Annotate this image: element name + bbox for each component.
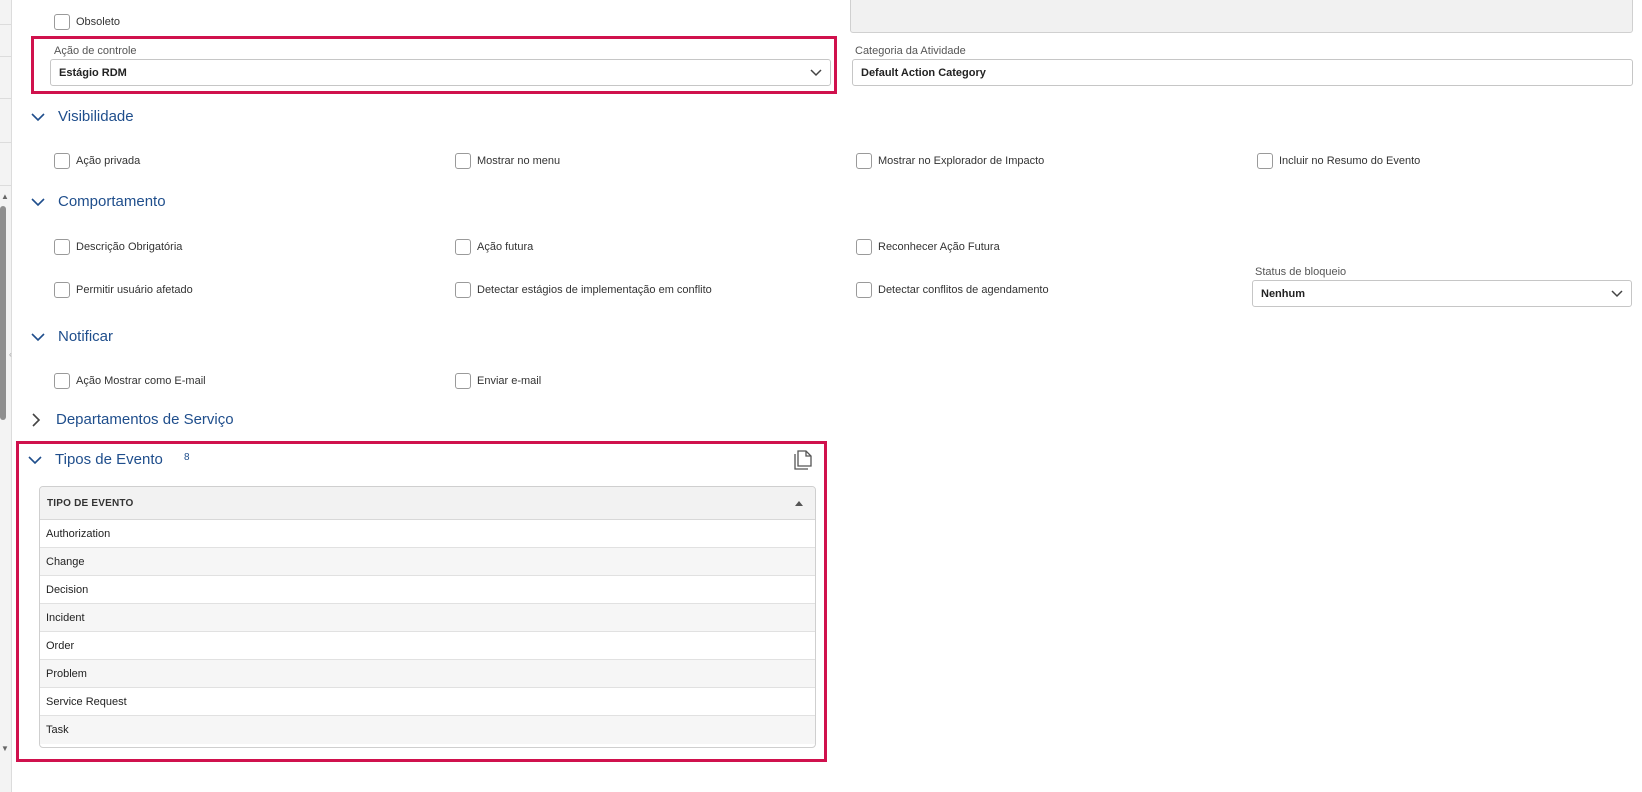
gutter-divider [0, 142, 12, 143]
checkbox-label: Ação Mostrar como E-mail [76, 375, 206, 387]
gutter-divider [0, 185, 12, 186]
checkbox-label: Descrição Obrigatória [76, 241, 183, 253]
checkbox-box[interactable] [54, 239, 70, 255]
section-visibilidade[interactable]: Visibilidade [24, 108, 134, 125]
checkbox-box[interactable] [856, 239, 872, 255]
section-title: Notificar [58, 328, 114, 345]
scroll-down-icon[interactable]: ▼ [1, 745, 9, 753]
checkbox-box[interactable] [54, 373, 70, 389]
status-bloqueio-select[interactable]: Nenhum [1252, 280, 1632, 307]
checkbox-detectar-estagios-conflito[interactable]: Detectar estágios de implementação em co… [455, 281, 712, 299]
column-header-tipo-evento[interactable]: TIPO DE EVENTO [40, 487, 815, 520]
checkbox-permitir-usuario-afetado[interactable]: Permitir usuário afetado [54, 281, 193, 299]
chevron-down-icon [1611, 290, 1623, 298]
chevron-down-icon [810, 69, 822, 77]
checkbox-box[interactable] [856, 282, 872, 298]
checkbox-box[interactable] [455, 153, 471, 169]
section-title: Tipos de Evento [55, 451, 163, 468]
section-departamentos[interactable]: Departamentos de Serviço [22, 411, 234, 428]
checkbox-label: Mostrar no menu [477, 155, 561, 167]
categoria-field[interactable]: Default Action Category [852, 59, 1633, 86]
categoria-value: Default Action Category [861, 66, 986, 79]
checkbox-label: Obsoleto [76, 16, 121, 28]
column-header-label: TIPO DE EVENTO [47, 497, 134, 509]
chevron-right-icon [32, 412, 41, 427]
checkbox-box[interactable] [455, 282, 471, 298]
checkbox-label: Incluir no Resumo do Evento [1279, 155, 1421, 167]
checkbox-box[interactable] [54, 282, 70, 298]
gutter-divider [0, 56, 12, 57]
checkbox-resumo-evento[interactable]: Incluir no Resumo do Evento [1257, 152, 1420, 170]
acao-controle-label: Ação de controle [54, 45, 137, 57]
checkbox-label: Enviar e-mail [477, 375, 542, 387]
table-row[interactable]: Incident [40, 604, 815, 632]
table-row[interactable]: Problem [40, 660, 815, 688]
gutter-divider [0, 24, 12, 25]
tipos-evento-grid: TIPO DE EVENTO Authorization Change Deci… [39, 486, 816, 748]
scrollbar-thumb[interactable] [0, 206, 6, 420]
checkbox-label: Detectar estágios de implementação em co… [477, 284, 712, 296]
checkbox-label: Reconhecer Ação Futura [878, 241, 1000, 253]
categoria-label: Categoria da Atividade [855, 45, 966, 57]
checkbox-acao-privada[interactable]: Ação privada [54, 152, 140, 170]
readonly-textarea [850, 0, 1633, 33]
checkbox-label: Ação privada [76, 155, 141, 167]
checkbox-reconhecer-acao-futura[interactable]: Reconhecer Ação Futura [856, 238, 1000, 256]
table-row[interactable]: Change [40, 548, 815, 576]
sort-asc-icon [795, 501, 803, 506]
section-notificar[interactable]: Notificar [24, 328, 113, 345]
section-comportamento[interactable]: Comportamento [24, 193, 166, 210]
table-row[interactable]: Authorization [40, 520, 815, 548]
section-title: Departamentos de Serviço [56, 411, 234, 428]
checkbox-label: Mostrar no Explorador de Impacto [878, 155, 1045, 167]
checkbox-explorador-impacto[interactable]: Mostrar no Explorador de Impacto [856, 152, 1044, 170]
checkbox-label: Detectar conflitos de agendamento [878, 284, 1049, 296]
chevron-down-icon [31, 112, 45, 121]
copy-icon[interactable] [792, 449, 814, 471]
checkbox-box[interactable] [856, 153, 872, 169]
left-gutter: ▲ ‹ ▼ [0, 0, 12, 792]
checkbox-label: Ação futura [477, 241, 534, 253]
collapse-handle-icon[interactable]: ‹ [9, 350, 12, 359]
checkbox-box[interactable] [455, 373, 471, 389]
checkbox-acao-mostrar-email[interactable]: Ação Mostrar como E-mail [54, 372, 206, 390]
section-title: Comportamento [58, 193, 166, 210]
acao-controle-value: Estágio RDM [59, 66, 127, 79]
checkbox-box[interactable] [54, 153, 70, 169]
checkbox-acao-futura[interactable]: Ação futura [455, 238, 533, 256]
gutter-divider [0, 98, 12, 99]
table-row[interactable]: Service Request [40, 688, 815, 716]
table-row[interactable]: Decision [40, 576, 815, 604]
chevron-down-icon [28, 455, 42, 464]
checkbox-mostrar-menu[interactable]: Mostrar no menu [455, 152, 560, 170]
checkbox-descricao-obrigatoria[interactable]: Descrição Obrigatória [54, 238, 182, 256]
checkbox-label: Permitir usuário afetado [76, 284, 193, 296]
checkbox-enviar-email[interactable]: Enviar e-mail [455, 372, 541, 390]
table-row[interactable]: Order [40, 632, 815, 660]
checkbox-box[interactable] [1257, 153, 1273, 169]
status-bloqueio-value: Nenhum [1261, 287, 1305, 300]
chevron-down-icon [31, 197, 45, 206]
checkbox-obsoleto[interactable]: Obsoleto [54, 13, 120, 31]
table-row[interactable]: Task [40, 716, 815, 744]
count-badge: 8 [184, 452, 190, 463]
scroll-up-icon[interactable]: ▲ [1, 193, 9, 201]
section-tipos-evento[interactable]: Tipos de Evento [21, 451, 163, 468]
checkbox-box[interactable] [54, 14, 70, 30]
section-title: Visibilidade [58, 108, 134, 125]
chevron-down-icon [31, 332, 45, 341]
status-bloqueio-label: Status de bloqueio [1255, 266, 1347, 278]
acao-controle-select[interactable]: Estágio RDM [50, 59, 831, 86]
checkbox-box[interactable] [455, 239, 471, 255]
checkbox-detectar-conflitos-agendamento[interactable]: Detectar conflitos de agendamento [856, 281, 1049, 299]
